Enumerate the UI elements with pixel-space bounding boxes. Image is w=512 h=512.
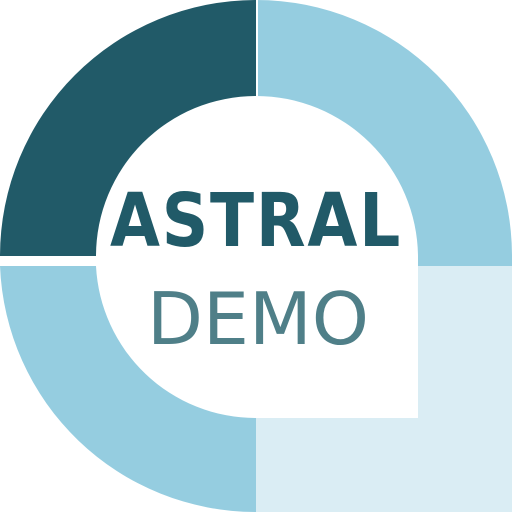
astral-demo-logo: ASTRAL DEMO [0,0,512,512]
logo-emblem: ASTRAL DEMO [0,0,512,512]
logo-wordmark: ASTRAL [110,178,402,264]
logo-subtitle: DEMO [147,277,369,361]
